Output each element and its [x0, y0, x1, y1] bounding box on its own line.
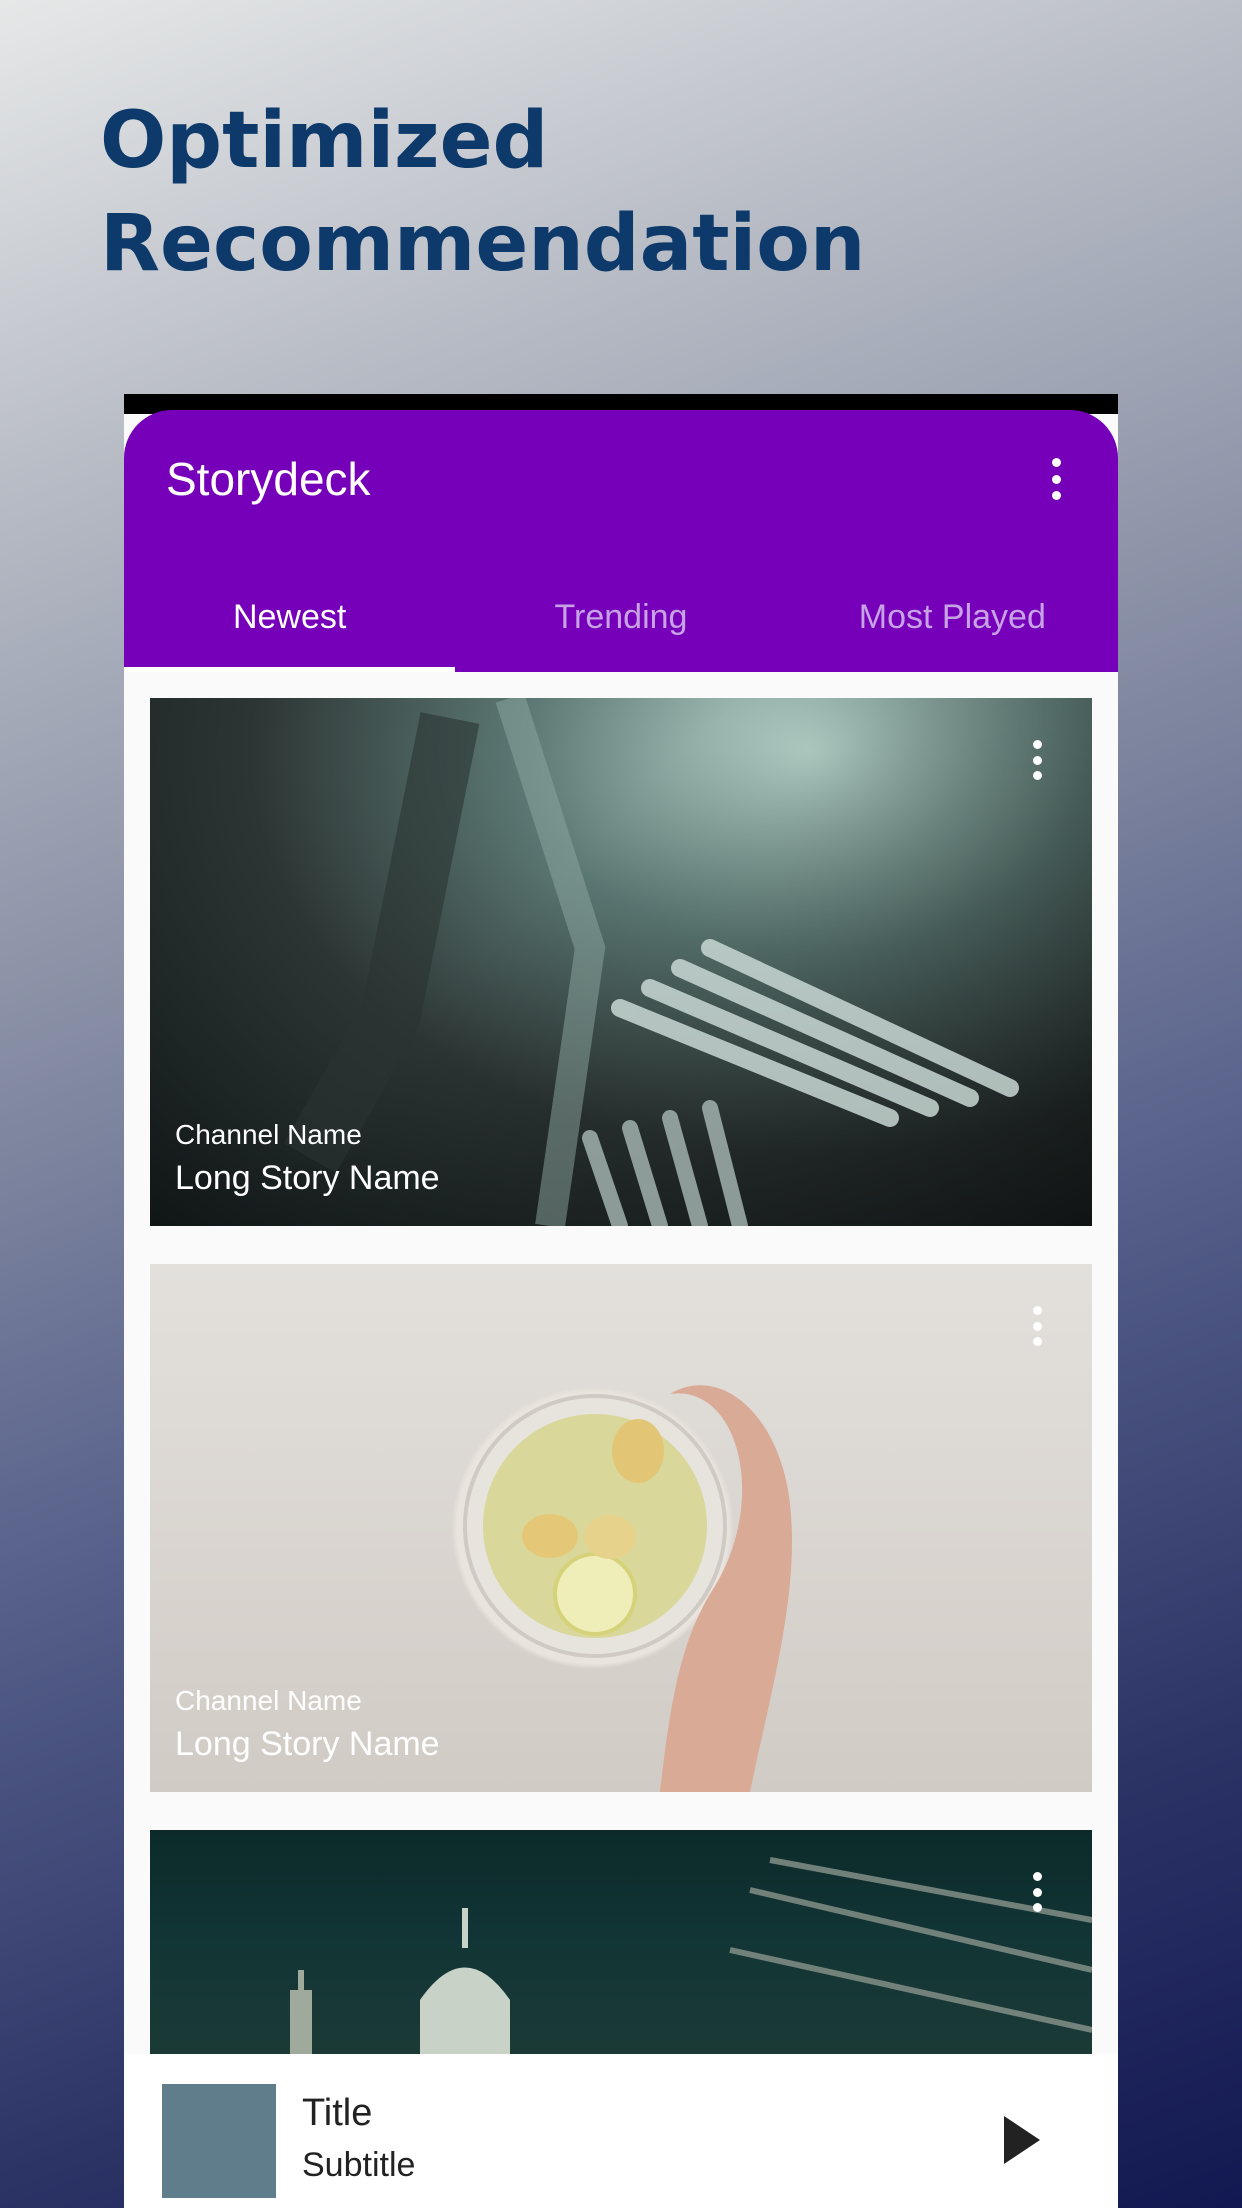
story-card[interactable]: Channel Name Long Story Name: [150, 1264, 1092, 1792]
card-more-icon[interactable]: [1030, 1306, 1044, 1346]
channel-name: Channel Name: [175, 1119, 362, 1150]
card-image-skyline: [290, 1857, 1092, 2054]
app-title: Storydeck: [166, 453, 371, 505]
mini-player[interactable]: Title Subtitle: [124, 2054, 1118, 2208]
headline-line-1: Optimized: [100, 96, 549, 186]
tab-newest[interactable]: Newest: [124, 568, 456, 672]
story-name: Long Story Name: [175, 1725, 440, 1763]
headline-line-2: Recommendation: [100, 199, 866, 289]
story-name: Long Story Name: [175, 1159, 440, 1197]
tab-bar: Newest Trending Most Played: [124, 568, 1118, 672]
app-bar: Storydeck Newest Trending Most Played: [124, 410, 1118, 672]
page-headline: Optimized Recommendation: [100, 90, 865, 296]
mini-player-title: Title: [302, 2092, 373, 2134]
play-icon[interactable]: [1004, 2116, 1040, 2164]
more-vert-icon[interactable]: [1042, 458, 1070, 500]
card-more-icon[interactable]: [1030, 740, 1044, 780]
phone-screen: Storydeck Newest Trending Most Played Ch…: [124, 394, 1118, 2208]
story-card[interactable]: [150, 1830, 1092, 2054]
story-card[interactable]: Channel Name Long Story Name: [150, 698, 1092, 1226]
mini-player-thumbnail: [162, 2084, 276, 2198]
channel-name: Channel Name: [175, 1685, 362, 1716]
tab-most-played[interactable]: Most Played: [787, 568, 1118, 672]
mini-player-subtitle: Subtitle: [302, 2146, 416, 2184]
tab-trending[interactable]: Trending: [455, 568, 786, 672]
card-more-icon[interactable]: [1030, 1872, 1044, 1912]
